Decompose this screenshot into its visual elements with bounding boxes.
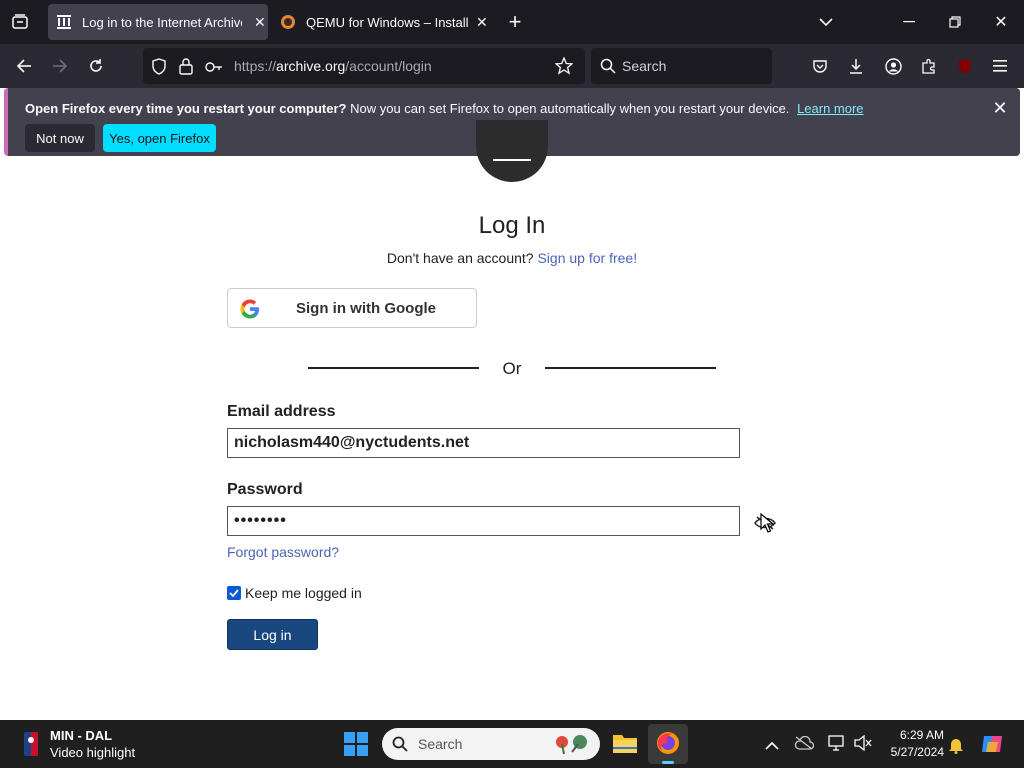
notification-bold-text: Open Firefox every time you restart your…: [25, 101, 347, 116]
keep-logged-in-checkbox[interactable]: [227, 586, 241, 600]
ublock-extension-icon[interactable]: [951, 52, 979, 80]
or-separator: Or: [502, 359, 522, 378]
notification-text: Now you can set Firefox to open automati…: [346, 101, 790, 116]
learn-more-link[interactable]: Learn more: [797, 101, 863, 116]
lock-icon[interactable]: [179, 58, 193, 80]
downloads-icon[interactable]: [842, 52, 870, 80]
mouse-cursor-icon: [760, 512, 775, 539]
key-icon[interactable]: [205, 60, 223, 78]
close-tab-icon[interactable]: ✕: [476, 14, 488, 31]
taskbar-search-icon: [392, 736, 408, 757]
active-app-indicator: [662, 761, 674, 764]
tab-strip: Log in to the Internet Archive ✕ QEMU fo…: [0, 0, 1024, 44]
restore-icon[interactable]: [940, 8, 970, 36]
windows-taskbar: MIN - DAL Video highlight Search 6:29 AM…: [0, 720, 1024, 768]
navigation-toolbar: https://archive.org/account/login Search…: [0, 44, 1024, 107]
search-icon: [600, 58, 616, 79]
google-signin-button[interactable]: Sign in with Google: [227, 288, 477, 328]
google-button-label: Sign in with Google: [296, 300, 436, 317]
address-bar[interactable]: https://archive.org/account/login: [143, 48, 585, 84]
forgot-password-link[interactable]: Forgot password?: [227, 544, 339, 560]
url-scheme: https://: [234, 58, 277, 74]
search-highlight-flowers-icon: [550, 732, 594, 761]
tab-internet-archive[interactable]: Log in to the Internet Archive ✕: [48, 4, 268, 40]
display-icon[interactable]: [828, 734, 846, 757]
forward-arrow-icon[interactable]: [46, 52, 74, 80]
url-text[interactable]: https://archive.org/account/login: [234, 58, 432, 74]
firefox-icon: [656, 731, 680, 760]
shield-icon[interactable]: [151, 58, 167, 80]
account-icon[interactable]: [879, 52, 907, 80]
url-path: /account/login: [345, 58, 432, 74]
email-field[interactable]: nicholasm440@nyctudents.net: [227, 428, 740, 458]
email-label: Email address: [227, 403, 336, 420]
page-title: Log In: [478, 212, 546, 239]
no-account-text: Don't have an account?: [386, 250, 534, 266]
tab-title: Log in to the Internet Archive: [82, 14, 242, 30]
new-tab-icon[interactable]: +: [502, 8, 528, 36]
taskbar-search-box[interactable]: Search: [382, 728, 600, 760]
show-hidden-icons-chevron-icon[interactable]: [765, 738, 779, 756]
list-all-tabs-chevron-icon[interactable]: [812, 8, 840, 36]
taskbar-firefox-active[interactable]: [648, 724, 688, 764]
archive-icon: [56, 14, 72, 30]
tab-title: QEMU for Windows – Installers: [306, 14, 468, 30]
qemu-icon: [280, 14, 296, 30]
widget-subtitle[interactable]: Video highlight: [50, 745, 135, 760]
close-notification-icon[interactable]: ✕: [988, 96, 1012, 120]
hamburger-menu-icon[interactable]: [986, 52, 1014, 80]
login-button[interactable]: Log in: [227, 619, 318, 650]
nba-logo-icon[interactable]: [24, 732, 38, 761]
close-window-icon[interactable]: ✕: [986, 8, 1016, 36]
back-arrow-icon[interactable]: [10, 52, 38, 80]
windows-start-icon[interactable]: [344, 732, 368, 761]
yes-open-firefox-button[interactable]: Yes, open Firefox: [103, 124, 216, 152]
tab-qemu[interactable]: QEMU for Windows – Installers ✕: [272, 4, 492, 40]
bookmark-star-icon[interactable]: [554, 56, 574, 80]
tab-overview-icon[interactable]: [6, 8, 34, 36]
account-avatar-icon: [476, 120, 548, 182]
reload-icon[interactable]: [82, 52, 110, 80]
file-explorer-icon[interactable]: [612, 732, 638, 759]
not-now-button[interactable]: Not now: [25, 124, 95, 152]
search-bar[interactable]: Search: [591, 48, 772, 84]
divider-right: [545, 367, 716, 369]
notification-bell-icon[interactable]: [948, 736, 964, 759]
extensions-puzzle-icon[interactable]: [915, 52, 943, 80]
password-field[interactable]: ••••••••: [227, 506, 740, 536]
volume-muted-icon[interactable]: [854, 734, 872, 756]
clock-time[interactable]: 6:29 AM: [884, 728, 944, 742]
signup-prompt: Don't have an account? Sign up for free!: [0, 250, 1024, 266]
signup-link[interactable]: Sign up for free!: [537, 250, 637, 266]
keep-logged-in-label: Keep me logged in: [245, 585, 362, 601]
password-label: Password: [227, 481, 303, 498]
pocket-icon[interactable]: [806, 52, 834, 80]
onedrive-cloud-icon[interactable]: [794, 735, 815, 755]
clock-date[interactable]: 5/27/2024: [880, 745, 944, 759]
minimize-icon[interactable]: [894, 8, 924, 36]
url-host: archive.org: [276, 58, 346, 74]
keep-logged-in-row: Keep me logged in: [227, 585, 362, 601]
copilot-icon[interactable]: [980, 732, 1004, 761]
divider-left: [308, 367, 479, 369]
search-placeholder: Search: [622, 58, 667, 74]
notification-message: Open Firefox every time you restart your…: [25, 101, 864, 116]
widget-title[interactable]: MIN - DAL: [50, 728, 112, 743]
taskbar-search-placeholder: Search: [418, 736, 463, 752]
page-content: Log In Don't have an account? Sign up fo…: [0, 120, 1024, 720]
close-tab-icon[interactable]: ✕: [254, 14, 266, 31]
